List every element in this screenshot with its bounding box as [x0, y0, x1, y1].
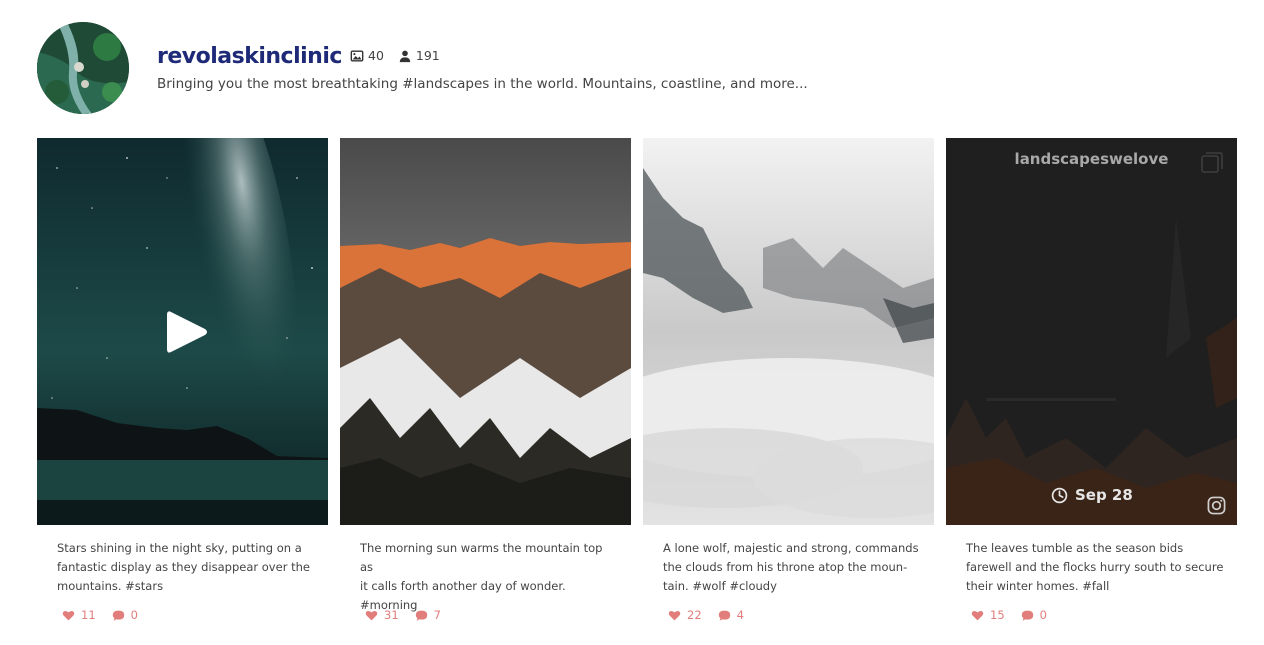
post-caption: Stars shining in the night sky, putting …	[57, 541, 310, 593]
posts-count: 40	[368, 48, 384, 63]
post-meta: 31 7	[365, 608, 451, 622]
avatar[interactable]	[37, 22, 129, 114]
posts-grid: Stars shining in the night sky, putting …	[37, 138, 1237, 638]
comment-icon[interactable]	[718, 609, 731, 622]
likes-count: 22	[687, 608, 702, 622]
profile-bio: Bringing you the most breathtaking #land…	[157, 76, 808, 92]
post-media[interactable]	[643, 138, 934, 525]
cloudy-forest-image	[643, 138, 934, 525]
followers-count: 191	[415, 48, 440, 63]
comment-icon[interactable]	[112, 609, 125, 622]
comment-icon[interactable]	[415, 609, 428, 622]
post-meta: 15 0	[971, 608, 1057, 622]
followers-stat: 191	[398, 48, 440, 63]
user-icon	[399, 50, 411, 62]
mountain-image	[340, 138, 631, 525]
post-meta: 11 0	[62, 608, 148, 622]
profile-header: revolaskinclinic 40 191 Bringing you the…	[37, 22, 1237, 114]
post-caption: The leaves tumble as the season bids far…	[966, 541, 1224, 593]
comments-count: 0	[130, 608, 138, 622]
likes-count: 31	[384, 608, 399, 622]
profile-stats: 40 191	[350, 48, 440, 63]
post-card[interactable]: Stars shining in the night sky, putting …	[37, 138, 328, 638]
heart-icon[interactable]	[668, 609, 681, 622]
comments-count: 0	[1039, 608, 1047, 622]
post-caption: A lone wolf, majestic and strong, comman…	[663, 541, 919, 593]
post-card[interactable]: The morning sun warms the mountain top a…	[340, 138, 631, 638]
likes-count: 15	[990, 608, 1005, 622]
username[interactable]: revolaskinclinic	[157, 44, 342, 69]
post-card[interactable]: landscapeswelove Sep 28 The leaves tumbl…	[946, 138, 1237, 638]
avatar-image	[37, 22, 129, 114]
post-media[interactable]	[37, 138, 328, 525]
autumn-forest-image	[946, 138, 1237, 525]
comments-count: 7	[433, 608, 441, 622]
post-card[interactable]: A lone wolf, majestic and strong, comman…	[643, 138, 934, 638]
comments-count: 4	[736, 608, 744, 622]
comment-icon[interactable]	[1021, 609, 1034, 622]
post-date-text: Sep 28	[1075, 486, 1133, 504]
post-caption: The morning sun warms the mountain top a…	[360, 541, 603, 612]
likes-count: 11	[81, 608, 96, 622]
play-icon[interactable]	[165, 308, 209, 356]
clock-icon	[1051, 487, 1068, 503]
carousel-icon	[1201, 152, 1223, 173]
image-icon	[350, 49, 364, 62]
post-media[interactable]: landscapeswelove Sep 28	[946, 138, 1237, 525]
posts-stat: 40	[350, 48, 384, 63]
brand-watermark: landscapeswelove	[1014, 150, 1169, 168]
post-media[interactable]	[340, 138, 631, 525]
post-meta: 22 4	[668, 608, 754, 622]
heart-icon[interactable]	[365, 609, 378, 622]
heart-icon[interactable]	[971, 609, 984, 622]
heart-icon[interactable]	[62, 609, 75, 622]
instagram-icon[interactable]	[1207, 496, 1226, 515]
post-date: Sep 28	[1051, 486, 1133, 504]
